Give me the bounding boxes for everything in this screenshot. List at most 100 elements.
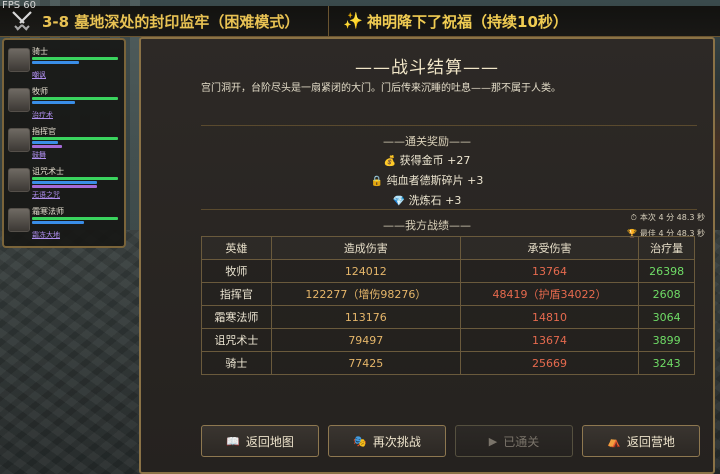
healing: 2608 — [638, 282, 695, 306]
member-skill[interactable]: 无语之咒 — [32, 190, 60, 200]
hp-bar — [32, 177, 118, 180]
table-row: 诅咒术士 79497 13674 3899 — [201, 328, 695, 352]
hp-bar — [32, 97, 118, 100]
hp-bar — [32, 57, 118, 60]
knight-avatar — [8, 48, 30, 72]
member-skill[interactable]: 鼓舞 — [32, 150, 46, 160]
rewards-title: ——通关奖励—— — [383, 135, 471, 148]
party-member[interactable]: 诅咒术士 无语之咒 — [8, 164, 122, 202]
reward-text: 洗炼石 +3 — [408, 194, 462, 207]
retry-button[interactable]: 🎭 再次挑战 — [328, 425, 446, 457]
member-skill[interactable]: 嘲讽 — [32, 70, 46, 80]
party-member[interactable]: 牧师 治疗术 — [8, 84, 122, 122]
damage-dealt: 79497 — [270, 328, 461, 352]
column-header: 造成伤害 — [270, 236, 461, 260]
reward-text: 获得金币 +27 — [399, 154, 471, 167]
play-icon: ▶ — [488, 434, 498, 448]
member-name: 骑士 — [32, 47, 48, 56]
cleared-button[interactable]: ▶ 已通关 — [455, 425, 573, 457]
back-to-camp-button[interactable]: ⛺ 返回营地 — [582, 425, 700, 457]
healing: 3243 — [638, 351, 695, 375]
button-label: 返回地图 — [245, 434, 294, 449]
damage-taken: 25669 — [459, 351, 640, 375]
damage-dealt: 124012 — [270, 259, 461, 283]
blessing-info: ✨ 神明降下了祝福（持续10秒） — [329, 11, 568, 32]
back-to-map-button[interactable]: 📖 返回地图 — [201, 425, 319, 457]
member-skill[interactable]: 霜冻大地 — [32, 230, 60, 240]
blessing-text: 神明降下了祝福（持续10秒） — [367, 12, 568, 31]
hero-name: 诅咒术士 — [201, 328, 272, 352]
fps-counter: FPS 60 — [2, 0, 37, 11]
column-header: 承受伤害 — [459, 236, 640, 260]
member-name: 霜寒法师 — [32, 207, 64, 216]
button-label: 返回营地 — [626, 434, 675, 449]
mp-bar — [32, 221, 84, 224]
healing: 3899 — [638, 328, 695, 352]
damage-dealt: 122277（增伤98276） — [270, 282, 461, 306]
table-row: 牧师 124012 13764 26398 — [201, 259, 695, 283]
energy-bar — [32, 145, 63, 148]
top-bar: 3-8 墓地深处的封印监牢（困难模式） ✨ 神明降下了祝福（持续10秒） — [0, 6, 720, 37]
mp-bar — [32, 61, 80, 64]
table-header-row: 英雄 造成伤害 承受伤害 治疗量 — [201, 236, 695, 260]
stage-title: 3-8 墓地深处的封印监牢（困难模式） — [42, 12, 300, 31]
lock-icon: 🔒 — [370, 176, 384, 187]
hero-name: 指挥官 — [201, 282, 272, 306]
reward-item: 💎 洗炼石 +3 — [141, 192, 713, 208]
camp-icon: ⛺ — [607, 434, 621, 448]
table-row: 指挥官 122277（增伤98276） 48419（护盾34022） 2608 — [201, 282, 695, 306]
coin-bag-icon: 💰 — [383, 156, 397, 167]
mp-bar — [32, 141, 58, 144]
stage-description: 宫门洞开，台阶尽头是一扇紧闭的大门。门后传来沉睡的吐息——那不属于人类。 — [201, 83, 561, 94]
damage-taken: 48419（护盾34022） — [459, 282, 640, 306]
party-member[interactable]: 指挥官 鼓舞 — [8, 124, 122, 162]
party-panel: 骑士 嘲讽 牧师 治疗术 指挥官 鼓舞 诅咒术士 无语之咒 霜寒法师 霜冻大地 — [2, 38, 126, 248]
member-skill[interactable]: 治疗术 — [32, 110, 53, 120]
reward-item: 💰 获得金币 +27 — [141, 152, 713, 168]
stage-info: 3-8 墓地深处的封印监牢（困难模式） — [0, 6, 329, 36]
battle-result-panel: ——战斗结算—— 宫门洞开，台阶尽头是一扇紧闭的大门。门后传来沉睡的吐息——那不… — [139, 37, 715, 474]
healing: 26398 — [638, 259, 695, 283]
stopwatch-icon: ⏱ — [630, 213, 637, 222]
gem-icon: 💎 — [392, 196, 406, 207]
divider — [201, 209, 697, 210]
time-current-text: 本次 4 分 48.3 秒 — [639, 213, 705, 222]
divider — [201, 125, 697, 126]
mp-bar — [32, 181, 97, 184]
priest-avatar — [8, 88, 30, 112]
column-header: 治疗量 — [638, 236, 695, 260]
party-member[interactable]: 霜寒法师 霜冻大地 — [8, 204, 122, 242]
healing: 3064 — [638, 305, 695, 329]
crossed-swords-icon — [12, 11, 32, 31]
member-name: 牧师 — [32, 87, 48, 96]
warlock-avatar — [8, 168, 30, 192]
reward-text: 纯血者德斯碎片 +3 — [386, 174, 484, 187]
hero-name: 骑士 — [201, 351, 272, 375]
time-current: ⏱ 本次 4 分 48.3 秒 — [631, 212, 705, 223]
button-label: 已通关 — [503, 434, 540, 449]
table-row: 骑士 77425 25669 3243 — [201, 351, 695, 375]
hero-name: 牧师 — [201, 259, 272, 283]
energy-bar — [32, 185, 97, 188]
damage-dealt: 113176 — [270, 305, 461, 329]
table-row: 霜寒法师 113176 14810 3064 — [201, 305, 695, 329]
damage-taken: 13674 — [459, 328, 640, 352]
frost-mage-avatar — [8, 208, 30, 232]
damage-taken: 13764 — [459, 259, 640, 283]
member-name: 诅咒术士 — [32, 167, 64, 176]
column-header: 英雄 — [201, 236, 272, 260]
battle-stats-table: 英雄 造成伤害 承受伤害 治疗量 牧师 124012 13764 26398 指… — [201, 236, 695, 375]
hero-name: 霜寒法师 — [201, 305, 272, 329]
member-name: 指挥官 — [32, 127, 56, 136]
button-label: 再次挑战 — [372, 434, 421, 449]
reward-item: 🔒 纯血者德斯碎片 +3 — [141, 172, 713, 188]
sparkle-icon: ✨ — [343, 11, 363, 30]
map-icon: 📖 — [226, 434, 240, 448]
commander-avatar — [8, 128, 30, 152]
hp-bar — [32, 217, 118, 220]
damage-taken: 14810 — [459, 305, 640, 329]
damage-dealt: 77425 — [270, 351, 461, 375]
party-member[interactable]: 骑士 嘲讽 — [8, 44, 122, 82]
retry-icon: 🎭 — [353, 434, 367, 448]
mp-bar — [32, 101, 75, 104]
